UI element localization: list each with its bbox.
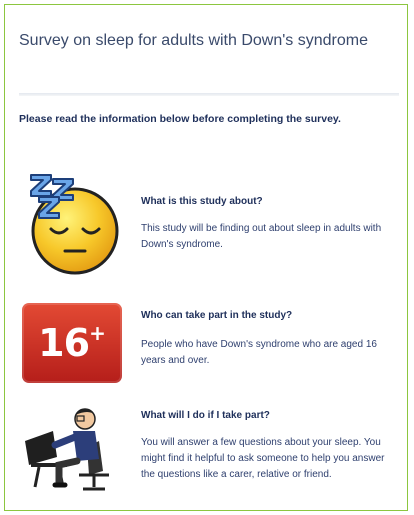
section-heading: Who can take part in the study? [141, 310, 293, 321]
section-body: This study will be finding out about sle… [141, 223, 382, 250]
section-body: People who have Down's syndrome who are … [141, 339, 377, 366]
sleeping-face-icon [30, 174, 119, 275]
section-heading: What will I do if I take part? [141, 410, 270, 421]
intro-text: Please read the information below before… [19, 113, 341, 125]
survey-panel: Survey on sleep for adults with Down's s… [4, 4, 408, 511]
age-16-plus-icon: 16 + [22, 303, 122, 383]
title-divider [19, 93, 399, 96]
section-body: You will answer a few questions about yo… [141, 437, 385, 480]
person-at-computer-icon [25, 408, 109, 491]
page-title: Survey on sleep for adults with Down's s… [19, 32, 368, 49]
section-heading: What is this study about? [141, 196, 263, 207]
